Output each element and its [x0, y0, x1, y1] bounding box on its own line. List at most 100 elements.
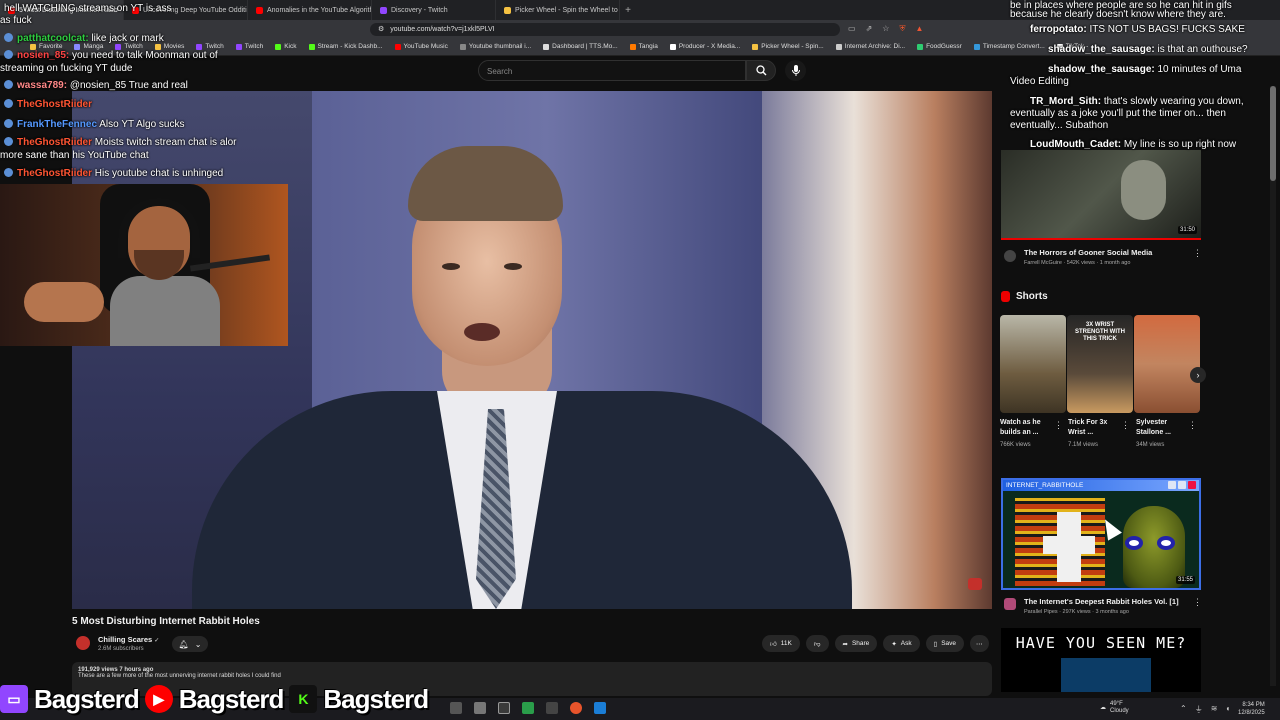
channel-avatar[interactable] [1004, 598, 1016, 610]
chat-username: ferropotato: [1030, 24, 1087, 35]
bookmark-item[interactable]: Dashboard | TTS.Mo... [543, 43, 618, 50]
shield-icon[interactable]: ⛨ [899, 24, 905, 34]
extension-icon[interactable]: ▲ [915, 24, 923, 34]
bookmark-item[interactable]: Manga [74, 43, 103, 50]
ask-button[interactable]: ✦ Ask [883, 635, 920, 652]
bookmark-label: Manga [83, 43, 104, 50]
more-options-icon[interactable]: ⋮ [1188, 420, 1197, 431]
short-thumbnail[interactable] [1134, 315, 1200, 413]
bookmark-star-icon[interactable]: ☆ [882, 24, 889, 34]
channel-avatar[interactable] [1004, 250, 1016, 262]
weather-widget[interactable]: ☁ 49°F Cloudy [1100, 701, 1129, 715]
chat-message: FrankTheFennec Also YT Algo sucks [4, 119, 185, 130]
search-input[interactable]: Search [478, 60, 746, 81]
tab-favicon-icon [256, 6, 263, 14]
bookmark-item[interactable]: Picker Wheel - Spin... [752, 43, 824, 50]
more-options-icon[interactable]: ⋮ [1193, 248, 1202, 259]
shorts-icon [1001, 291, 1010, 302]
more-options-icon[interactable]: ⋮ [1121, 420, 1130, 431]
more-options-icon[interactable]: ⋮ [1193, 597, 1202, 608]
bookmark-item[interactable]: Producer - X Media... [669, 43, 740, 50]
new-tab-button[interactable]: + [620, 5, 636, 16]
bookmark-item[interactable]: Youtube thumbnail i... [459, 43, 531, 50]
app-icon[interactable] [594, 702, 606, 714]
save-button[interactable]: ▯ Save [925, 635, 965, 652]
dislike-button[interactable]: 👎︎ [805, 635, 829, 652]
related-video-title[interactable]: The Internet's Deepest Rabbit Holes Vol.… [1024, 597, 1194, 606]
more-options-icon[interactable]: ⋮ [1054, 420, 1063, 431]
app-icon[interactable] [474, 702, 486, 714]
bookmark-item[interactable]: Twitch [115, 43, 143, 50]
bookmark-item[interactable]: FoodGuessr [917, 43, 962, 50]
bookmark-item[interactable]: YouTube Music [394, 43, 448, 50]
chat-message: LoudMouth_Cadet: My line is so up right … [1030, 139, 1236, 151]
channel-name[interactable]: Chilling Scares ✓ [98, 635, 159, 644]
channel-avatar[interactable] [76, 636, 90, 650]
chat-message: TheGhostRiider [4, 99, 92, 110]
search-icon [755, 65, 766, 76]
bookmark-label: Stream - Kick Dashb... [317, 43, 383, 50]
related-video-channel-meta: Parallel Pipes · 297K views · 3 months a… [1024, 609, 1129, 615]
bookmark-item[interactable]: Twitch [235, 43, 263, 50]
bookmark-item[interactable]: Tangia [629, 43, 658, 50]
like-button[interactable]: 👍︎ 11K [762, 635, 800, 652]
chat-badge-icon [4, 99, 13, 108]
wifi-icon[interactable]: ≋ [1211, 704, 1218, 715]
short-thumbnail[interactable] [1000, 315, 1066, 413]
bookmark-item[interactable]: Internet Archive: Di... [835, 43, 905, 50]
bookmark-item[interactable]: Stream - Kick Dashb... [308, 43, 383, 50]
channel-watermark-icon[interactable] [968, 578, 982, 590]
short-caption[interactable]: Sylvester Stallone ... [1136, 418, 1186, 438]
video-title: 5 Most Disturbing Internet Rabbit Holes [72, 616, 260, 627]
app-icon[interactable] [450, 702, 462, 714]
taskbar-clock[interactable]: 8:34 PM 12/8/2025 [1238, 701, 1265, 717]
volume-icon[interactable]: ◖ [1225, 704, 1230, 715]
bookmark-favicon-icon [543, 43, 550, 50]
search-button[interactable] [746, 60, 776, 81]
short-caption[interactable]: Watch as he builds an ... [1000, 418, 1050, 438]
streamer-branding: ▭ Bagsterd ▶ Bagsterd K Bagsterd [0, 682, 429, 716]
voice-search-button[interactable] [785, 60, 806, 81]
browser-tab[interactable]: Anomalies in the YouTube Algorithm [248, 0, 372, 20]
chat-username: shadow_the_sausage: [1048, 44, 1155, 55]
related-video-thumbnail[interactable]: 31:50 [1001, 150, 1201, 240]
bookmark-favicon-icon [669, 43, 676, 50]
more-actions-button[interactable]: ⋯ [970, 635, 989, 652]
cast-icon[interactable]: ▭ [848, 24, 856, 34]
bookmark-label: Dashboard | TTS.Mo... [552, 43, 618, 50]
bookmark-item[interactable]: Twitch [196, 43, 224, 50]
bookmark-item[interactable]: Movies [154, 43, 184, 50]
share-button[interactable]: ➦ Share [834, 635, 878, 652]
share-icon[interactable]: ⇗ [866, 24, 873, 34]
tab-label: Discovery - Twitch [391, 6, 448, 14]
anchor-eye-left [442, 263, 460, 270]
close-icon [1188, 481, 1196, 489]
bookmark-item[interactable]: Timestamp Convert... [973, 43, 1045, 50]
chat-message: patthatcoolcat: like jack or mark [4, 33, 164, 44]
url-field[interactable]: ⚙ youtube.com/watch?v=j1xkl5PLVI [370, 22, 840, 36]
bookmark-item[interactable]: Favorite [30, 43, 62, 50]
related-video-thumbnail[interactable]: INTERNET_RABBITHOLE 31:55 [1001, 478, 1201, 590]
scrollbar-thumb[interactable] [1270, 86, 1276, 181]
page-scrollbar[interactable] [1270, 86, 1276, 686]
app-icon[interactable] [546, 702, 558, 714]
browser-tab[interactable]: Picker Wheel - Spin the Wheel to De [496, 0, 620, 20]
tab-favicon-icon [504, 6, 511, 14]
app-icon[interactable] [522, 702, 534, 714]
bookmark-item[interactable]: Kick [275, 43, 297, 50]
browser-tab[interactable]: Discovery - Twitch [372, 0, 496, 20]
related-video-thumbnail[interactable]: HAVE YOU SEEN ME? [1001, 628, 1201, 692]
short-caption[interactable]: Trick For 3x Wrist ... [1068, 418, 1118, 438]
verified-icon: ✓ [154, 638, 160, 644]
site-info-icon[interactable]: ⚙ [378, 25, 384, 33]
related-video-title[interactable]: The Horrors of Gooner Social Media [1024, 248, 1194, 257]
notification-bell-button[interactable]: 🔔︎ ⌄ [172, 636, 208, 652]
chat-username: TheGhostRiider [17, 99, 93, 110]
chevron-up-icon[interactable]: ⌃ [1180, 704, 1187, 715]
chat-text: Moists twitch stream chat is alor [94, 137, 237, 148]
browser-icon[interactable] [570, 702, 582, 714]
shorts-next-button[interactable]: › [1190, 367, 1206, 383]
usb-icon[interactable]: ⏚ [1195, 704, 1203, 715]
app-icon[interactable] [498, 702, 510, 714]
bookmark-label: Twitch [124, 43, 143, 50]
